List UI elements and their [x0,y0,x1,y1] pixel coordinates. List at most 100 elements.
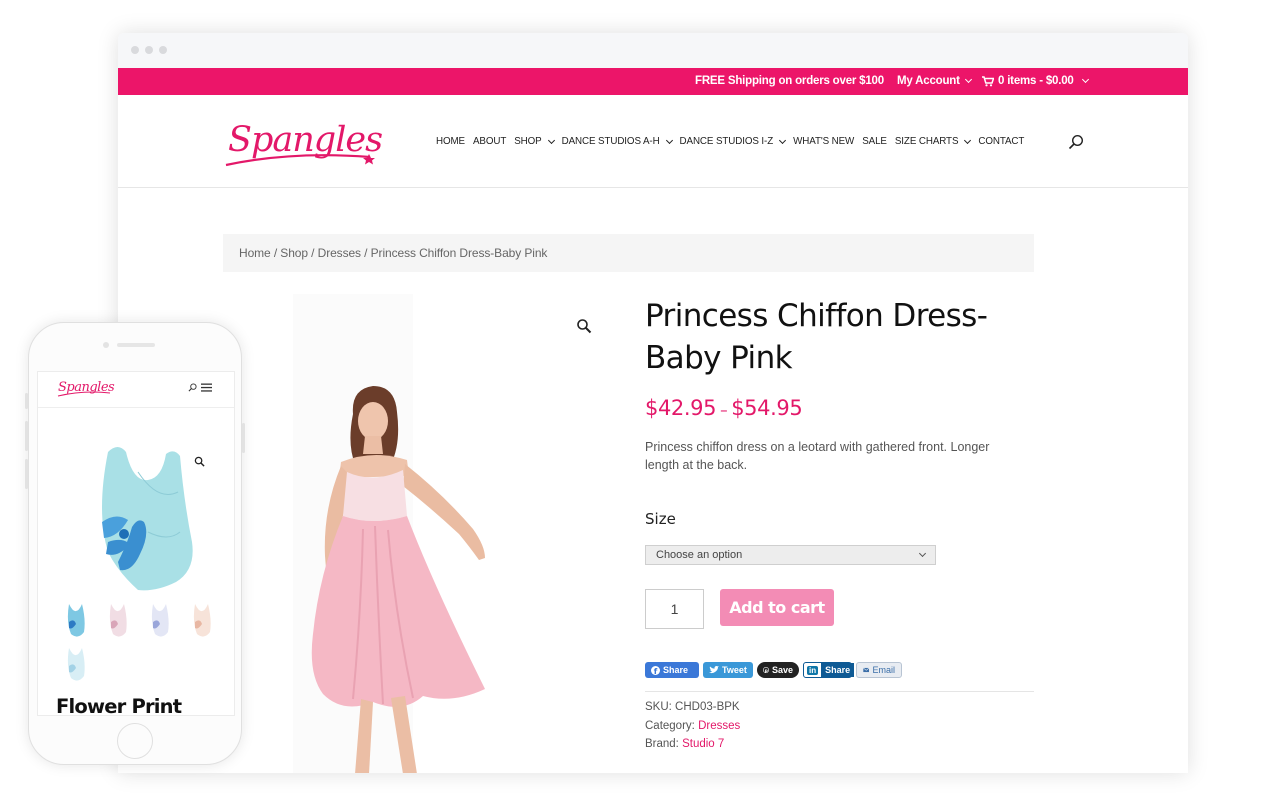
shipping-notice: FREE Shipping on orders over $100 [695,75,884,87]
mobile-header-icons [188,383,212,392]
nav-label: ABOUT [473,136,507,147]
main-navigation: HOME ABOUT SHOP DANCE STUDIOS A-H DANCE … [436,136,1024,147]
nav-label: DANCE STUDIOS I-Z [679,136,774,147]
nav-label: CONTACT [978,136,1025,147]
mobile-header: Spangles [38,372,234,408]
top-bar: FREE Shipping on orders over $100 My Acc… [118,68,1188,95]
chevron-down-icon [547,136,555,144]
chevron-down-icon [964,75,972,84]
browser-chrome [118,33,1188,68]
price-min: $42.95 [645,396,717,420]
nav-label: SALE [862,136,887,147]
size-select[interactable]: Choose an option [645,545,936,565]
window-dot[interactable] [131,46,139,54]
nav-item-sale[interactable]: SALE [862,136,887,147]
category-row: Category: Dresses [645,717,740,736]
phone-camera [103,342,109,348]
nav-label: SIZE CHARTS [894,136,959,147]
nav-item-whats-new[interactable]: WHAT'S NEW [793,136,854,147]
facebook-icon: f [651,665,660,675]
pinterest-save-button[interactable]: p Save [757,662,799,678]
product-meta: SKU: CHD03-BPK Category: Dresses Brand: … [645,698,740,754]
site-header: Spangles HOME ABOUT SHOP DANCE STUDIOS A… [118,95,1188,188]
breadcrumb[interactable]: Home / Shop / Dresses / Princess Chiffon… [223,234,1034,272]
twitter-icon [709,666,719,674]
my-account-label: My Account [897,75,960,87]
phone-button [242,423,245,453]
phone-home-button[interactable] [117,723,153,759]
cart-menu[interactable]: 0 items - $0.00 [982,75,1089,87]
svg-text:Spangles: Spangles [228,120,382,160]
category-label: Category: [645,719,695,732]
search-icon[interactable] [188,383,197,392]
quantity-input[interactable]: 1 [645,589,704,629]
window-dot[interactable] [145,46,153,54]
nav-item-shop[interactable]: SHOP [514,136,555,147]
product-title: Princess Chiffon Dress-Baby Pink [645,298,988,376]
my-account-menu[interactable]: My Account [897,75,972,87]
thumbnail-lilac-leotard[interactable] [148,602,172,642]
divider [645,691,1034,692]
thumbnail-pink-leotard[interactable] [106,602,130,642]
email-share-label: Email [872,665,895,675]
brand-link[interactable]: Studio 7 [682,738,724,750]
sku-label: SKU: [645,701,672,713]
thumbnail-aqua-leotard[interactable] [64,646,88,686]
price-max: $54.95 [731,396,803,420]
nav-item-contact[interactable]: CONTACT [978,136,1024,147]
nav-item-about[interactable]: ABOUT [473,136,506,147]
linkedin-share-label: Share [821,663,855,677]
share-buttons: f Share Tweet p Save in Share Email [645,662,902,678]
sku-value: CHD03-BPK [675,701,740,713]
sku-row: SKU: CHD03-BPK [645,698,740,717]
nav-label: SHOP [514,136,542,147]
phone-mockup: Spangles Flower Print [25,322,245,765]
nav-label: HOME [436,136,465,147]
brand-label: Brand: [645,738,679,750]
mobile-product-image[interactable] [88,442,198,602]
chevron-down-icon [665,136,673,144]
product-image[interactable] [223,294,598,773]
mobile-screen: Spangles Flower Print [37,371,235,716]
window-dot[interactable] [159,46,167,54]
zoom-icon[interactable] [576,318,592,334]
add-to-cart-button[interactable]: Add to cart [720,589,834,626]
chevron-down-icon [964,136,972,144]
thumbnail-blue-leotard[interactable] [64,602,88,642]
nav-label: WHAT'S NEW [793,136,855,147]
hamburger-menu-icon[interactable] [201,383,212,392]
phone-button [25,459,28,489]
search-icon[interactable] [1068,134,1084,150]
cart-icon [982,75,994,86]
product-price: $42.95– $54.95 [645,396,803,420]
mobile-spangles-logo[interactable]: Spangles [56,375,116,401]
price-separator: – [720,401,728,419]
linkedin-icon: in [807,665,819,675]
nav-item-dance-studios-a-h[interactable]: DANCE STUDIOS A-H [561,136,673,147]
chevron-down-icon [1081,75,1089,84]
cart-summary: 0 items - $0.00 [998,75,1074,87]
nav-item-dance-studios-i-z[interactable]: DANCE STUDIOS I-Z [679,136,787,147]
product-description: Princess chiffon dress on a leotard with… [645,440,990,472]
linkedin-share-button[interactable]: in Share [803,662,855,678]
phone-button [25,393,28,409]
chevron-down-icon [918,549,927,558]
nav-item-home[interactable]: HOME [436,136,465,147]
email-icon [863,667,870,673]
twitter-tweet-button[interactable]: Tweet [703,662,753,678]
mobile-product-title: Flower Print [56,695,182,716]
nav-label: DANCE STUDIOS A-H [561,136,660,147]
category-link[interactable]: Dresses [698,720,740,732]
facebook-share-label: Share [663,665,689,675]
twitter-tweet-label: Tweet [722,665,747,675]
facebook-share-button[interactable]: f Share [645,662,699,678]
chevron-down-icon [779,136,787,144]
spangles-logo[interactable]: Spangles [222,113,382,173]
phone-button [25,421,28,451]
thumbnail-peach-leotard[interactable] [190,602,214,642]
browser-window: FREE Shipping on orders over $100 My Acc… [118,33,1188,773]
pinterest-save-label: Save [771,665,793,675]
email-share-button[interactable]: Email [856,662,902,678]
nav-item-size-charts[interactable]: SIZE CHARTS [894,136,972,147]
phone-speaker [117,343,155,347]
